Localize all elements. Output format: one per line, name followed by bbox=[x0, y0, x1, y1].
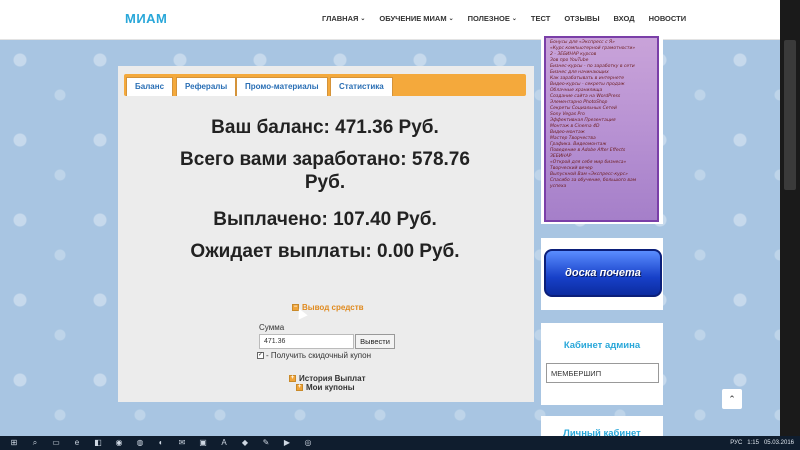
coupon-checkbox[interactable]: ✓ bbox=[257, 352, 264, 359]
nav-item-label: НОВОСТИ bbox=[648, 14, 687, 23]
taskbar-app-icon[interactable]: ✎ bbox=[259, 437, 273, 449]
admin-cabinet-select[interactable] bbox=[546, 363, 659, 383]
coupon-checkbox-row[interactable]: ✓ - Получить скидочный купон bbox=[257, 351, 371, 360]
taskbar-app-icon[interactable]: ◎ bbox=[301, 437, 315, 449]
expand-icon: + bbox=[289, 375, 296, 382]
chevron-down-icon: ⌄ bbox=[448, 16, 454, 22]
nav-item-label: ТЕСТ bbox=[530, 14, 551, 23]
nav-item-label: ГЛАВНАЯ bbox=[322, 14, 359, 23]
withdraw-button[interactable]: Вывести bbox=[355, 334, 395, 349]
balance-content: Ваш баланс: 471.36 Руб. Всего вами зараб… bbox=[124, 96, 526, 396]
withdraw-toggle-label: Вывод средств bbox=[302, 303, 364, 312]
payout-history-label: История Выплат bbox=[299, 374, 366, 383]
total-earned: Всего вами заработано: 578.76 bbox=[180, 149, 470, 170]
promo-text: Бонусы для «Экспресс с Я» «Курс компьютер… bbox=[546, 38, 657, 192]
clock-time[interactable]: 1:15 bbox=[747, 440, 759, 446]
honor-board-button[interactable]: доска почета bbox=[544, 249, 662, 297]
nav-item-5[interactable]: ВХОД bbox=[614, 14, 635, 23]
my-coupons-label: Мои купоны bbox=[306, 383, 355, 392]
current-balance: Ваш баланс: 471.36 Руб. bbox=[211, 117, 439, 138]
tab-balance[interactable]: Баланс bbox=[126, 77, 174, 96]
chevron-down-icon: ⌄ bbox=[360, 16, 366, 22]
sidebar-promo-widget: Бонусы для «Экспресс с Я» «Курс компьютер… bbox=[541, 36, 663, 224]
taskbar-app-icon[interactable]: A bbox=[217, 437, 231, 449]
expand-icon: + bbox=[296, 384, 303, 391]
nav-item-label: ПОЛЕЗНОЕ bbox=[467, 14, 510, 23]
system-tray: РУС 1:15 05.03.2016 bbox=[730, 436, 794, 450]
pending-payout: Ожидает выплаты: 0.00 Руб. bbox=[190, 241, 460, 262]
tabs-bar: Баланс Рефералы Промо-материалы Статисти… bbox=[124, 74, 526, 96]
honor-board-widget: доска почета bbox=[541, 238, 663, 310]
amount-input[interactable] bbox=[259, 334, 354, 349]
nav-item-label: ВХОД bbox=[613, 14, 635, 23]
taskbar-app-icon[interactable]: ◆ bbox=[238, 437, 252, 449]
chevron-down-icon: ⌄ bbox=[511, 16, 517, 22]
taskbar-app-icon[interactable]: ✉ bbox=[175, 437, 189, 449]
tab-promo[interactable]: Промо-материалы bbox=[236, 77, 328, 96]
top-navbar: МИАМ ГЛАВНАЯ ⌄ ОБУЧЕНИЕ МИАМ ⌄ ПОЛЕЗНОЕ ⌄ ТЕСТ… bbox=[0, 0, 780, 40]
balance-card: Баланс Рефералы Промо-материалы Статисти… bbox=[118, 66, 534, 402]
admin-cabinet-title: Кабинет админа bbox=[563, 340, 641, 351]
chevron-up-icon: ⌃ bbox=[728, 394, 736, 404]
nav-item-6[interactable]: НОВОСТИ bbox=[649, 14, 687, 23]
personal-cabinet-widget: Личный кабинет bbox=[541, 416, 663, 439]
browser-scrollbar-thumb[interactable] bbox=[784, 40, 796, 190]
taskbar-app-icon[interactable]: ▶ bbox=[280, 437, 294, 449]
promo-line: Спасибо за обучение, большого вам успеха bbox=[550, 178, 637, 189]
taskbar-app-icon[interactable]: ⌕ bbox=[28, 437, 42, 449]
nav-item-3[interactable]: ТЕСТ bbox=[531, 14, 550, 23]
taskbar-app-icon[interactable]: ◧ bbox=[91, 437, 105, 449]
taskbar-app-icon[interactable]: ◉ bbox=[112, 437, 126, 449]
taskbar-app-icon[interactable]: ▣ bbox=[196, 437, 210, 449]
taskbar-app-icon[interactable]: ⊞ bbox=[7, 437, 21, 449]
language-indicator[interactable]: РУС bbox=[730, 440, 742, 446]
my-coupons-link[interactable]: + Мои купоны bbox=[296, 383, 355, 392]
coupon-label: - Получить скидочный купон bbox=[266, 351, 371, 360]
main-menu: ГЛАВНАЯ ⌄ ОБУЧЕНИЕ МИАМ ⌄ ПОЛЕЗНОЕ ⌄ ТЕСТ ОТЗЫВ… bbox=[322, 14, 686, 23]
nav-item-label: ОБУЧЕНИЕ МИАМ bbox=[379, 14, 447, 23]
nav-item-2[interactable]: ПОЛЕЗНОЕ ⌄ bbox=[468, 14, 517, 23]
tab-statistics[interactable]: Статистика bbox=[330, 77, 393, 96]
amount-label: Сумма bbox=[259, 323, 285, 332]
taskbar-app-icon[interactable]: ◐ bbox=[154, 437, 168, 449]
taskbar-app-icon[interactable]: e bbox=[70, 437, 84, 449]
windows-taskbar: ⊞ ⌕ ▭ e ◧ ◉ ◍ ◐ ✉ ▣ A ◆ ✎ ▶ ◎ РУС 1:15 05.03.2016 bbox=[0, 436, 800, 450]
scroll-to-top-button[interactable]: ⌃ bbox=[722, 389, 742, 409]
tab-referrals[interactable]: Рефералы bbox=[176, 77, 237, 96]
taskbar-app-icon[interactable]: ▭ bbox=[49, 437, 63, 449]
site-logo[interactable]: МИАМ bbox=[125, 11, 167, 26]
promo-banner[interactable]: Бонусы для «Экспресс с Я» «Курс компьютер… bbox=[544, 36, 659, 222]
paid-out: Выплачено: 107.40 Руб. bbox=[213, 209, 437, 230]
taskbar-app-icon[interactable]: ◍ bbox=[133, 437, 147, 449]
total-earned-currency: Руб. bbox=[304, 172, 346, 193]
clock-date[interactable]: 05.03.2016 bbox=[764, 440, 794, 446]
nav-item-0[interactable]: ГЛАВНАЯ ⌄ bbox=[322, 14, 365, 23]
admin-cabinet-widget: Кабинет админа bbox=[541, 323, 663, 405]
payout-history-link[interactable]: + История Выплат bbox=[289, 374, 365, 383]
nav-item-label: ОТЗЫВЫ bbox=[564, 14, 600, 23]
nav-item-4[interactable]: ОТЗЫВЫ bbox=[564, 14, 599, 23]
nav-item-1[interactable]: ОБУЧЕНИЕ МИАМ ⌄ bbox=[379, 14, 453, 23]
